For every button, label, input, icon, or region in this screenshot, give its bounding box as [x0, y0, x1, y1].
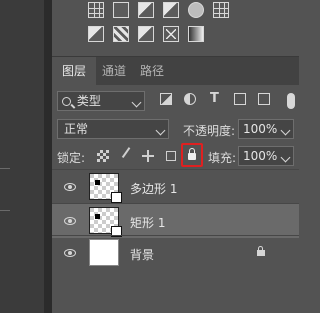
- layer-thumbnail: [89, 207, 122, 237]
- layer-name[interactable]: 矩形 1: [130, 214, 165, 231]
- layer-row-rectangle[interactable]: 矩形 1: [52, 203, 299, 238]
- opacity-field[interactable]: 100%: [238, 119, 294, 139]
- tab-channels[interactable]: 通道: [96, 57, 132, 85]
- gutter-divider: [0, 168, 10, 169]
- tab-paths[interactable]: 路径: [134, 57, 170, 85]
- gutter-divider: [0, 210, 10, 211]
- left-panel-gutter: [0, 0, 44, 313]
- shape-filter-icon[interactable]: [234, 93, 246, 105]
- curves-icon[interactable]: [138, 2, 154, 18]
- layer-row-background[interactable]: 背景: [52, 235, 299, 270]
- posterize-icon[interactable]: [113, 26, 129, 42]
- exposure-icon[interactable]: [163, 2, 179, 18]
- chevron-down-icon: [280, 125, 291, 136]
- layer-name[interactable]: 多边形 1: [130, 180, 177, 197]
- adjustment-filter-icon[interactable]: [184, 93, 196, 105]
- lock-artboard-icon[interactable]: [166, 151, 176, 161]
- lock-icon: [188, 148, 196, 160]
- fill-label: 填充:: [208, 151, 237, 165]
- filter-toggle[interactable]: [287, 93, 295, 109]
- image-filter-icon[interactable]: [160, 93, 172, 105]
- fill-value: 100%: [243, 149, 278, 163]
- layer-row-polygon[interactable]: 多边形 1: [52, 169, 299, 204]
- layer-filter-dropdown[interactable]: 类型: [57, 91, 145, 111]
- visibility-eye-icon[interactable]: [64, 183, 76, 191]
- invert-icon[interactable]: [88, 26, 104, 42]
- fill-field[interactable]: 100%: [238, 146, 294, 166]
- adjustments-row-2: [88, 26, 204, 46]
- gradient-map-icon[interactable]: [188, 26, 204, 42]
- balance-icon[interactable]: [113, 2, 129, 18]
- type-filter-icon[interactable]: T: [210, 92, 222, 105]
- lock-icon: [257, 246, 265, 256]
- chevron-down-icon: [131, 97, 142, 108]
- adjustments-row-1: [88, 2, 229, 22]
- layer-thumbnail: [89, 239, 119, 266]
- blend-mode-dropdown[interactable]: 正常: [57, 119, 169, 139]
- color-lookup-icon[interactable]: [213, 2, 229, 18]
- panel-tabs: 图层 通道 路径: [52, 56, 299, 85]
- chevron-down-icon: [155, 125, 166, 136]
- shape-layer-badge-icon: [111, 192, 122, 203]
- levels-icon[interactable]: [88, 2, 104, 18]
- lock-position-icon[interactable]: [142, 150, 154, 162]
- shape-dot: [95, 214, 100, 219]
- chevron-down-icon: [280, 152, 291, 163]
- tab-layers[interactable]: 图层: [52, 57, 96, 85]
- layer-thumbnail: [89, 173, 122, 203]
- lock-image-pixels-icon[interactable]: [121, 147, 141, 165]
- panel-separator: [44, 0, 52, 313]
- shape-dot: [95, 180, 100, 185]
- threshold-icon[interactable]: [138, 26, 154, 42]
- visibility-eye-icon[interactable]: [64, 249, 76, 257]
- opacity-value: 100%: [243, 122, 278, 136]
- filter-kind-label: 类型: [76, 94, 101, 108]
- lock-transparent-pixels-icon[interactable]: [97, 150, 109, 162]
- vibrance-icon[interactable]: [188, 2, 204, 18]
- lock-label: 锁定:: [57, 151, 86, 165]
- selective-color-icon[interactable]: [163, 26, 179, 42]
- layer-name[interactable]: 背景: [130, 246, 154, 263]
- lock-all-button[interactable]: [181, 143, 203, 167]
- opacity-label: 不透明度:: [183, 124, 236, 138]
- layers-panel: 图层 通道 路径 类型 T 正常 不透明度: 100% 锁定: 填充: 100%: [52, 0, 299, 313]
- blend-mode-value: 正常: [64, 122, 89, 136]
- search-icon: [62, 97, 71, 106]
- visibility-eye-icon[interactable]: [64, 217, 76, 225]
- smart-object-filter-icon[interactable]: [258, 93, 270, 105]
